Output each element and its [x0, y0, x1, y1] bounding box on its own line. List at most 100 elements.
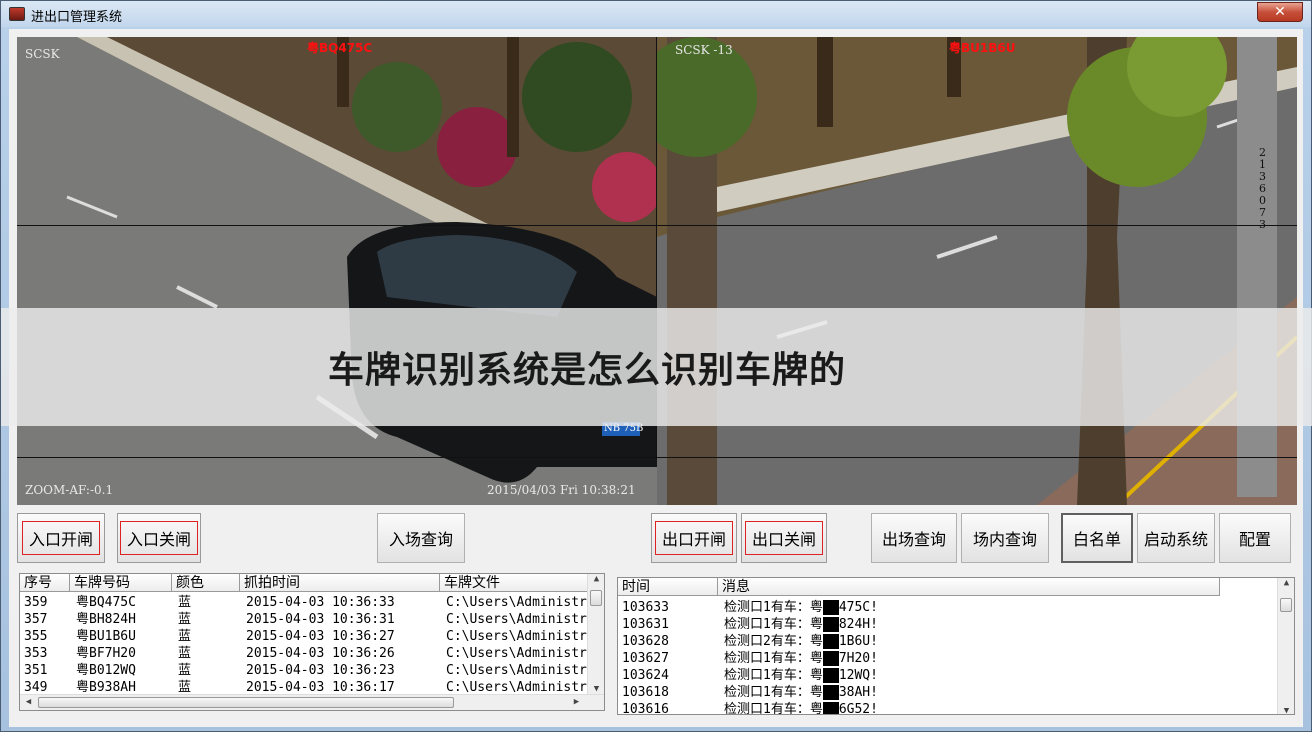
scroll-up-icon[interactable]: ▲ — [1278, 578, 1294, 588]
table-row[interactable]: 357 粤BH824H 蓝 2015-04-03 10:36:31 C:\Users\A… — [20, 611, 604, 628]
entry-camera-image — [17, 37, 657, 505]
messages-header-message[interactable]: 消息 — [718, 578, 1220, 596]
exit-camera-view: SCSK -13 粤BU1B6U 2136073 — [657, 37, 1297, 505]
row-file: C:\Users\Administr — [446, 646, 587, 661]
message-time: 103618 — [622, 685, 669, 700]
records-header-color[interactable]: 颜色 — [172, 574, 240, 592]
scroll-left-icon[interactable]: ◀ — [20, 697, 37, 707]
records-vertical-scrollbar[interactable]: ▲ ▼ — [587, 574, 604, 694]
records-vscroll-thumb[interactable] — [590, 590, 602, 606]
message-suffix: 6G52! — [838, 702, 878, 715]
message-prefix: 检测口1有车：粤 — [724, 702, 823, 715]
entry-open-label: 入口开闸 — [21, 521, 100, 555]
messages-vscroll-thumb[interactable] — [1280, 598, 1292, 612]
pole-number: 2136073 — [1259, 146, 1266, 231]
grid-line-bottom — [17, 457, 1297, 458]
entry-close-button[interactable]: 入口关闸 — [117, 513, 201, 563]
title-bar[interactable]: 进出口管理系统 ✕ — [1, 1, 1311, 27]
app-icon — [9, 7, 25, 21]
table-row[interactable]: 351 粤B012WQ 蓝 2015-04-03 10:36:23 C:\Users\A… — [20, 662, 604, 679]
records-header-time[interactable]: 抓拍时间 — [240, 574, 440, 592]
whitelist-button[interactable]: 白名单 — [1061, 513, 1133, 563]
message-time: 103631 — [622, 617, 669, 632]
list-item[interactable]: 103616 检测口1有车：粤 6G52! — [618, 701, 1294, 715]
records-table[interactable]: 序号 车牌号码 颜色 抓拍时间 车牌文件 359 粤BQ475C 蓝 2015-04-… — [19, 573, 605, 711]
message-suffix: 12WQ! — [838, 668, 878, 683]
table-row[interactable]: 355 粤BU1B6U 蓝 2015-04-03 10:36:27 C:\Users\A… — [20, 628, 604, 645]
messages-vertical-scrollbar[interactable]: ▲ ▼ — [1277, 578, 1294, 714]
message-time: 103633 — [622, 600, 669, 615]
entry-camera-view: SCSK 粤BQ475C ZOOM-AF:-0.1 2015/04/03 Fri… — [17, 37, 657, 505]
camera-datetime: 2015/04/03 Fri 10:38:21 — [487, 483, 636, 497]
records-header-plate[interactable]: 车牌号码 — [70, 574, 172, 592]
records-horizontal-scrollbar[interactable]: ◀ ▶ — [20, 694, 604, 710]
message-suffix: 824H! — [838, 617, 878, 632]
message-text: 检测口1有车：粤 475C! — [724, 599, 878, 616]
row-time: 2015-04-03 10:36:26 — [246, 646, 395, 661]
scroll-down-icon[interactable]: ▼ — [1278, 706, 1294, 714]
messages-table[interactable]: 时间 消息 103633 检测口1有车：粤 475C! 103631 检测口1有车：粤 8… — [617, 577, 1295, 715]
message-time: 103624 — [622, 668, 669, 683]
message-prefix: 检测口1有车：粤 — [724, 617, 823, 632]
row-file: C:\Users\Administr — [446, 595, 587, 610]
window-title: 进出口管理系统 — [31, 10, 123, 25]
row-index: 355 — [24, 629, 48, 644]
list-item[interactable]: 103627 检测口1有车：粤 7H20! — [618, 650, 1294, 667]
message-text: 检测口1有车：粤 38AH! — [724, 684, 878, 701]
app-window: 进出口管理系统 ✕ SCSK 粤BQ475C ZOOM-AF:-0.1 2015… — [0, 0, 1312, 732]
list-item[interactable]: 103618 检测口1有车：粤 38AH! — [618, 684, 1294, 701]
message-prefix: 检测口2有车：粤 — [724, 634, 823, 649]
entry-query-button[interactable]: 入场查询 — [377, 513, 465, 563]
close-button[interactable]: ✕ — [1257, 2, 1303, 22]
message-time: 103616 — [622, 702, 669, 715]
message-time: 103627 — [622, 651, 669, 666]
message-time: 103628 — [622, 634, 669, 649]
row-plate: 粤BF7H20 — [76, 646, 136, 661]
table-row[interactable]: 353 粤BF7H20 蓝 2015-04-03 10:36:26 C:\Users\A… — [20, 645, 604, 662]
banner-title: 车牌识别系统是怎么识别车牌的 — [327, 350, 846, 391]
message-suffix: 1B6U! — [838, 634, 878, 649]
row-plate: 粤BU1B6U — [76, 629, 136, 644]
row-color: 蓝 — [178, 646, 192, 661]
records-header-index[interactable]: 序号 — [20, 574, 70, 592]
grid-line-top — [17, 225, 1297, 226]
scroll-up-icon[interactable]: ▲ — [588, 574, 604, 584]
records-hscroll-thumb[interactable] — [38, 697, 454, 708]
row-file: C:\Users\Administr — [446, 612, 587, 627]
exit-camera-label: SCSK -13 — [675, 43, 733, 57]
list-item[interactable]: 103633 检测口1有车：粤 475C! — [618, 599, 1294, 616]
row-color: 蓝 — [178, 595, 192, 610]
redaction-mask — [822, 617, 839, 632]
inside-query-button[interactable]: 场内查询 — [961, 513, 1049, 563]
row-plate: 粤BQ475C — [76, 595, 136, 610]
scroll-down-icon[interactable]: ▼ — [588, 684, 604, 694]
message-prefix: 检测口1有车：粤 — [724, 651, 823, 666]
exit-open-label: 出口开闸 — [654, 521, 733, 555]
redaction-mask — [822, 668, 839, 683]
list-item[interactable]: 103628 检测口2有车：粤 1B6U! — [618, 633, 1294, 650]
exit-open-button[interactable]: 出口开闸 — [651, 513, 737, 563]
entry-plate-label: 粤BQ475C — [307, 41, 373, 55]
row-time: 2015-04-03 10:36:33 — [246, 595, 395, 610]
row-time: 2015-04-03 10:36:31 — [246, 612, 395, 627]
exit-close-button[interactable]: 出口关闸 — [741, 513, 827, 563]
scroll-right-icon[interactable]: ▶ — [568, 697, 585, 707]
table-row[interactable]: 359 粤BQ475C 蓝 2015-04-03 10:36:33 C:\Users\A… — [20, 594, 604, 611]
messages-header-time[interactable]: 时间 — [618, 578, 718, 596]
entry-open-button[interactable]: 入口开闸 — [17, 513, 105, 563]
row-time: 2015-04-03 10:36:27 — [246, 629, 395, 644]
message-suffix: 7H20! — [838, 651, 878, 666]
exit-query-button[interactable]: 出场查询 — [871, 513, 957, 563]
row-plate: 粤B012WQ — [76, 663, 136, 678]
message-prefix: 检测口1有车：粤 — [724, 600, 823, 615]
row-index: 357 — [24, 612, 48, 627]
start-system-button[interactable]: 启动系统 — [1137, 513, 1215, 563]
records-header-file[interactable]: 车牌文件 — [440, 574, 590, 592]
list-item[interactable]: 103631 检测口1有车：粤 824H! — [618, 616, 1294, 633]
config-button[interactable]: 配置 — [1219, 513, 1291, 563]
row-plate: 粤BH824H — [76, 612, 136, 627]
row-color: 蓝 — [178, 612, 192, 627]
exit-camera-image — [657, 37, 1297, 505]
list-item[interactable]: 103624 检测口1有车：粤 12WQ! — [618, 667, 1294, 684]
exit-plate-label: 粤BU1B6U — [949, 41, 1016, 55]
